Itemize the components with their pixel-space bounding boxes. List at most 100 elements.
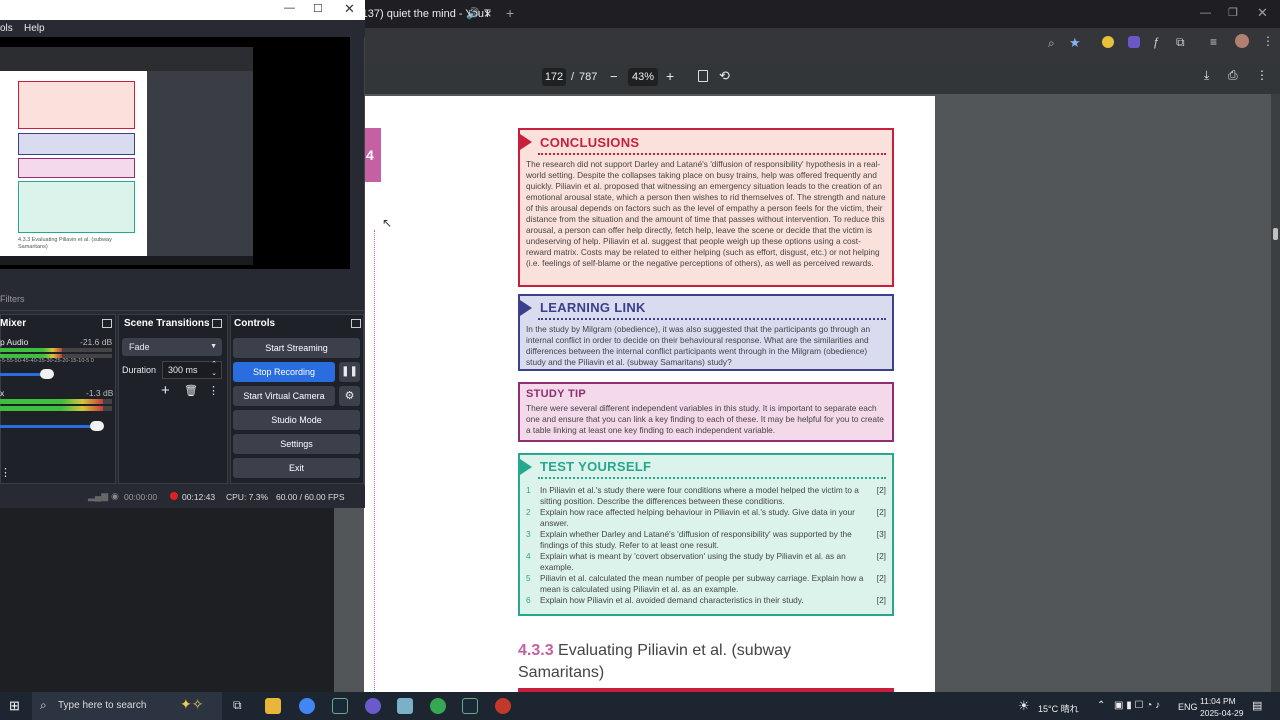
start-virtual-camera-button[interactable]: Start Virtual Camera: [233, 386, 335, 406]
pause-icon: ❚❚: [341, 366, 358, 377]
menu-tools[interactable]: ols: [0, 23, 13, 34]
zoom-search-icon[interactable]: ⌕: [1048, 36, 1055, 51]
remove-transition-icon[interactable]: 🗑: [184, 384, 198, 397]
studio-mode-button[interactable]: Studio Mode: [233, 410, 360, 430]
file-explorer-icon[interactable]: [265, 698, 281, 714]
obs-taskbar-icon[interactable]: [365, 698, 381, 714]
task-view-icon[interactable]: ⧉: [233, 698, 242, 713]
extension-pen-icon[interactable]: ƒ: [1153, 35, 1160, 49]
transitions-title: Scene Transitions: [124, 318, 210, 329]
mouse-cursor: ↖: [382, 216, 393, 230]
add-transition-icon[interactable]: +: [161, 382, 170, 399]
extensions-puzzle-icon[interactable]: ⧉: [1176, 35, 1185, 50]
media-control-icon[interactable]: ≡: [1210, 35, 1217, 49]
bookmark-star-icon[interactable]: ★: [1069, 35, 1081, 51]
language-indicator[interactable]: ENG: [1178, 702, 1198, 712]
controls-title: Controls: [234, 318, 276, 329]
download-icon[interactable]: ⤓: [1204, 68, 1209, 83]
pdf-menu-icon[interactable]: ⋮: [1256, 68, 1268, 82]
spinner-arrows-icon[interactable]: ⌃ ⌄: [211, 360, 217, 378]
app-icon[interactable]: [397, 698, 413, 714]
obs-menubar: ols Help: [0, 20, 365, 37]
transition-select[interactable]: Fade ▼: [122, 338, 222, 356]
filters-label[interactable]: Filters: [0, 294, 25, 304]
steam-icon[interactable]: [332, 698, 348, 714]
weather-text[interactable]: 15°C 晴れ: [1038, 702, 1079, 715]
tray-icons[interactable]: ▣ ▮ ☐ ◔ ♪: [1114, 700, 1160, 711]
windows-start-icon[interactable]: ⊞: [9, 698, 20, 714]
profile-avatar[interactable]: [1235, 34, 1249, 48]
duration-value: 300 ms: [168, 365, 198, 375]
mixer-undock-icon[interactable]: [102, 319, 112, 328]
learning-link-box: LEARNING LINK In the study by Milgram (o…: [518, 294, 894, 371]
page-number-input[interactable]: 172: [542, 68, 566, 86]
minimize-icon[interactable]: —: [1200, 7, 1211, 19]
stream-time: 00:00:00: [124, 492, 158, 502]
question-item: 4 Explain what is meant by 'covert observ…: [526, 551, 886, 572]
pause-recording-button[interactable]: ❚❚: [339, 362, 360, 382]
transitions-undock-icon[interactable]: [212, 319, 222, 328]
obs-close-icon[interactable]: ✕: [344, 1, 355, 17]
notification-icon[interactable]: ▤: [1252, 699, 1262, 712]
question-item: 1 In Piliavin et al.'s study there were f…: [526, 485, 886, 506]
extension-bulb-icon[interactable]: [1102, 36, 1114, 48]
obs-preview[interactable]: 4.3.3 Evaluating Piliavin et al. (subway…: [0, 37, 350, 269]
window-close-icon[interactable]: ✕: [1257, 5, 1268, 21]
clock-date[interactable]: 2025-04-29: [1200, 708, 1243, 718]
virtual-camera-settings-button[interactable]: ⚙: [339, 386, 360, 406]
menu-help[interactable]: Help: [24, 23, 45, 34]
zoom-in-icon[interactable]: +: [666, 68, 674, 84]
controls-undock-icon[interactable]: [351, 319, 361, 328]
section-heading: 4.3.3 Evaluating Piliavin et al. (subway…: [518, 640, 848, 684]
chrome-icon[interactable]: [299, 698, 315, 714]
obs-minimize-icon[interactable]: —: [284, 2, 295, 14]
question-item: 2 Explain how race affected helping behav…: [526, 507, 886, 528]
obs-maximize-icon[interactable]: ☐: [313, 2, 323, 15]
stop-recording-button[interactable]: Stop Recording: [233, 362, 335, 382]
menu-kebab-icon[interactable]: ⋮: [1262, 34, 1274, 48]
extension-purple-icon[interactable]: [1128, 36, 1140, 48]
mixer-title: Mixer: [0, 318, 27, 329]
duration-spinbox[interactable]: 300 ms ⌃ ⌄: [162, 361, 222, 379]
transition-selected: Fade: [129, 342, 150, 352]
page-separator: /: [571, 71, 575, 83]
weather-icon[interactable]: ☀: [1018, 698, 1030, 714]
exit-button[interactable]: Exit: [233, 458, 360, 478]
tab-close-icon[interactable]: ×: [484, 6, 492, 21]
tab-audio-icon[interactable]: 🔊: [466, 7, 480, 20]
volume-slider-handle[interactable]: [40, 369, 54, 379]
recording-dot-icon: [170, 492, 178, 500]
clock-time[interactable]: 11:04 PM: [1200, 696, 1236, 706]
track-meter: [0, 399, 112, 404]
study-tip-box: STUDY TIP There were several different i…: [518, 382, 894, 442]
pdf-scroll-thumb[interactable]: [1273, 228, 1278, 240]
section-title: Evaluating Piliavin et al. (subway Samar…: [518, 642, 792, 681]
start-streaming-button[interactable]: Start Streaming: [233, 338, 360, 358]
steam-alt-icon[interactable]: [462, 698, 478, 714]
study-tip-title: STUDY TIP: [526, 388, 586, 400]
tray-chevron-icon[interactable]: ⌃: [1097, 700, 1105, 711]
search-highlight-icon: ✦✧: [180, 696, 204, 712]
transition-menu-icon[interactable]: ⋮: [208, 384, 219, 397]
taskbar-search-box[interactable]: ⌕ Type here to search ✦✧: [32, 692, 222, 720]
rotate-icon[interactable]: ⟲: [719, 68, 730, 84]
conclusions-marker-icon: [520, 134, 532, 150]
volume-slider-handle[interactable]: [90, 421, 104, 431]
zoom-input[interactable]: 43%: [628, 68, 658, 86]
meter-ticks: -5-55-50-45-40-35-30-25-20-15-10-5 0: [0, 358, 94, 364]
zoom-out-icon[interactable]: −: [610, 69, 618, 84]
volume-slider[interactable]: [0, 425, 100, 428]
settings-button[interactable]: Settings: [233, 434, 360, 454]
margin-dotted-line: [374, 230, 375, 690]
maximize-icon[interactable]: ❐: [1228, 6, 1238, 19]
fit-page-icon[interactable]: [698, 70, 708, 82]
track-db: -21.6 dB: [80, 337, 113, 347]
pdf-scrollbar[interactable]: [1271, 94, 1280, 692]
print-icon[interactable]: ⎙: [1228, 68, 1238, 83]
mixer-menu-icon[interactable]: ⋮: [0, 466, 11, 479]
new-tab-icon[interactable]: +: [506, 5, 514, 21]
chapter-side-tab: 4: [364, 128, 381, 182]
chrome-alt-icon[interactable]: [430, 698, 446, 714]
record-app-icon[interactable]: [495, 698, 511, 714]
test-yourself-title: TEST YOURSELF: [540, 459, 652, 474]
